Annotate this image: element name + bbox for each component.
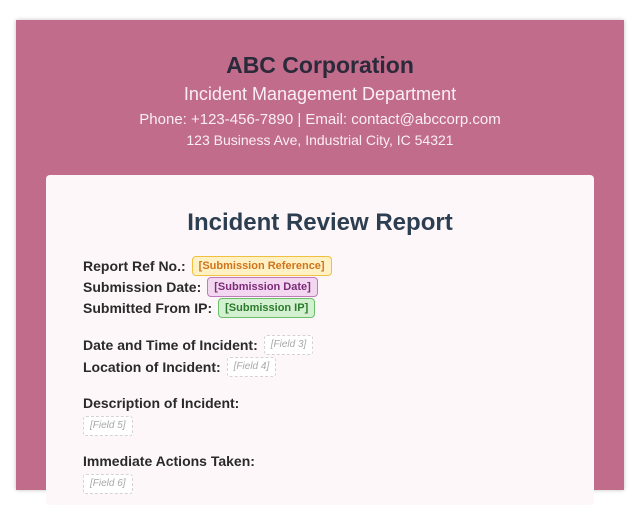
report-title: Incident Review Report — [187, 209, 453, 236]
immediate-actions-label: Immediate Actions Taken: — [83, 453, 255, 469]
immediate-actions-field: [Field 6] — [83, 474, 133, 494]
incident-location-field: [Field 4] — [226, 357, 277, 377]
report-ref-row: Report Ref No.: [Submission Reference] — [83, 256, 332, 276]
report-card: Incident Review Report Report Ref No.: [… — [46, 175, 594, 505]
incident-datetime-row: Date and Time of Incident: [Field 3] — [83, 335, 314, 355]
address-line: 123 Business Ave, Industrial City, IC 54… — [186, 132, 454, 148]
incident-location-label: Location of Incident: — [83, 359, 221, 375]
incident-datetime-field: [Field 3] — [263, 335, 314, 355]
report-ref-value: [Submission Reference] — [191, 256, 332, 276]
submission-ip-row: Submitted From IP: [Submission IP] — [83, 298, 316, 318]
submission-date-label: Submission Date: — [83, 279, 202, 295]
submission-date-value: [Submission Date] — [207, 277, 318, 297]
document-page: ABC Corporation Incident Management Depa… — [16, 20, 624, 505]
incident-datetime-label: Date and Time of Incident: — [83, 337, 258, 353]
incident-description-label: Description of Incident: — [83, 395, 240, 411]
immediate-actions-heading: Immediate Actions Taken: — [83, 453, 261, 469]
incident-location-row: Location of Incident: [Field 4] — [83, 357, 277, 377]
submission-ip-value: [Submission IP] — [218, 298, 316, 318]
submission-ip-label: Submitted From IP: — [83, 300, 213, 316]
immediate-actions-block: [Field 6] — [83, 473, 133, 494]
contact-line: Phone: +123-456-7890 | Email: contact@ab… — [139, 111, 501, 128]
department-name: Incident Management Department — [183, 84, 457, 104]
report-ref-label: Report Ref No.: — [83, 258, 186, 274]
incident-description-heading: Description of Incident: — [83, 395, 245, 411]
submission-date-row: Submission Date: [Submission Date] — [83, 277, 318, 297]
company-name: ABC Corporation — [226, 52, 414, 78]
incident-description-block: [Field 5] — [83, 415, 133, 436]
incident-description-field: [Field 5] — [83, 416, 133, 436]
